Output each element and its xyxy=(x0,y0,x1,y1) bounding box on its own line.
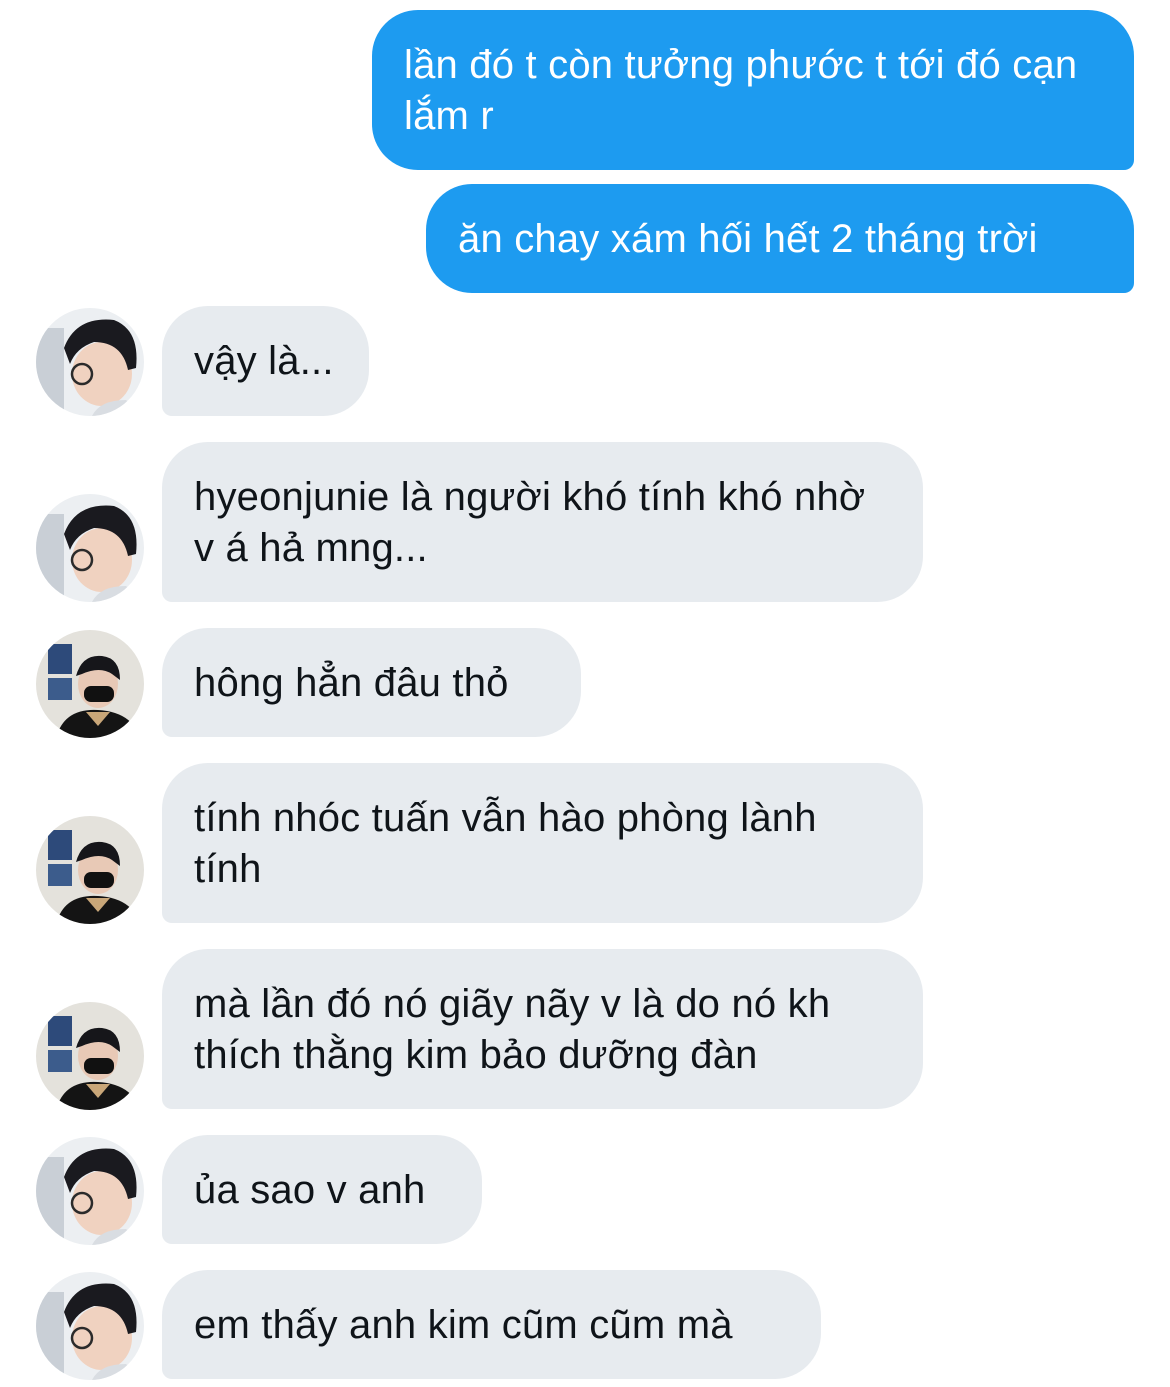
user-avatar-b[interactable] xyxy=(36,630,144,738)
incoming-message[interactable]: hyeonjunie là người khó tính khó nhờ v á… xyxy=(162,442,923,602)
incoming-message[interactable]: vậy là... xyxy=(162,306,369,416)
message-text: mà lần đó nó giãy nãy v là do nó kh thíc… xyxy=(194,982,831,1077)
profile-photo-icon xyxy=(36,1272,144,1380)
message-text: hyeonjunie là người khó tính khó nhờ v á… xyxy=(194,475,866,570)
message-text: ủa sao v anh xyxy=(194,1168,426,1212)
incoming-message[interactable]: hông hẳn đâu thỏ xyxy=(162,628,581,737)
user-avatar-b[interactable] xyxy=(36,816,144,924)
incoming-message[interactable]: mà lần đó nó giãy nãy v là do nó kh thíc… xyxy=(162,949,923,1109)
message-text: lần đó t còn tưởng phước t tới đó cạn lắ… xyxy=(404,43,1078,138)
incoming-message[interactable]: ủa sao v anh xyxy=(162,1135,482,1244)
message-text: vậy là... xyxy=(194,339,334,383)
profile-photo-icon xyxy=(36,494,144,602)
user-avatar-a[interactable] xyxy=(36,494,144,602)
incoming-message[interactable]: tính nhóc tuấn vẫn hào phòng lành tính xyxy=(162,763,923,923)
profile-photo-icon xyxy=(36,816,144,924)
message-text: ăn chay xám hối hết 2 tháng trời xyxy=(458,217,1038,261)
incoming-message[interactable]: em thấy anh kim cũm cũm mà xyxy=(162,1270,821,1379)
outgoing-message[interactable]: lần đó t còn tưởng phước t tới đó cạn lắ… xyxy=(372,10,1134,170)
user-avatar-a[interactable] xyxy=(36,308,144,416)
message-text: em thấy anh kim cũm cũm mà xyxy=(194,1303,733,1347)
user-avatar-b[interactable] xyxy=(36,1002,144,1110)
profile-photo-icon xyxy=(36,308,144,416)
profile-photo-icon xyxy=(36,1002,144,1110)
message-text: tính nhóc tuấn vẫn hào phòng lành tính xyxy=(194,796,817,891)
user-avatar-a[interactable] xyxy=(36,1272,144,1380)
profile-photo-icon xyxy=(36,630,144,738)
outgoing-message[interactable]: ăn chay xám hối hết 2 tháng trời xyxy=(426,184,1134,293)
profile-photo-icon xyxy=(36,1137,144,1245)
user-avatar-a[interactable] xyxy=(36,1137,144,1245)
message-text: hông hẳn đâu thỏ xyxy=(194,661,509,705)
